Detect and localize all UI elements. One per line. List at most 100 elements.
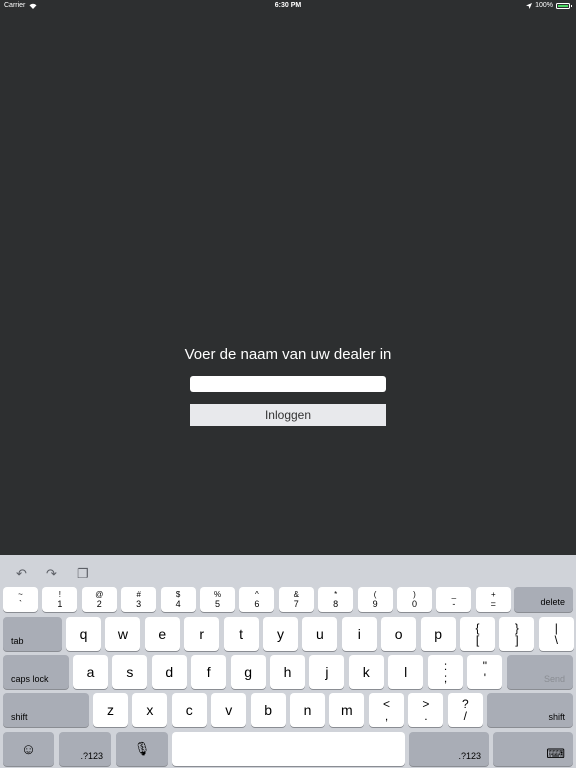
microphone-icon[interactable]: 🎙 <box>116 732 168 766</box>
key-letter: x <box>146 702 154 718</box>
key-letter: g <box>244 664 252 680</box>
key-symbol: % <box>213 590 222 599</box>
key-letter: i <box>357 626 361 642</box>
key-letter: d <box>165 664 174 680</box>
key-symbol: ) <box>413 590 416 599</box>
letter-key-l[interactable]: l <box>388 655 424 689</box>
symbol-key[interactable]: <, <box>369 693 404 727</box>
symbol-key[interactable]: " ' <box>467 655 503 689</box>
symbol-key[interactable]: {[ <box>460 617 495 651</box>
location-arrow-icon <box>526 2 533 9</box>
key-digit: 7 <box>293 599 299 609</box>
hide-keyboard-icon[interactable]: ⌨ <box>493 732 573 766</box>
redo-icon[interactable]: ↷ <box>46 566 57 582</box>
symbol-key[interactable]: | \ <box>538 617 574 651</box>
emoji-key[interactable]: ☺ <box>3 732 54 766</box>
key-symbol: ( <box>373 590 377 599</box>
letter-key-w[interactable]: w <box>105 617 141 651</box>
number-key[interactable]: ! 1 <box>42 587 78 612</box>
key-letter: p <box>434 626 442 642</box>
letter-key-x[interactable]: x <box>132 693 168 727</box>
tab-key[interactable]: tab <box>3 617 62 651</box>
key-letter: h <box>283 664 292 680</box>
key-symbol: # <box>136 590 141 599</box>
letter-key-j[interactable]: j <box>309 655 345 689</box>
letter-key-z[interactable]: z <box>93 693 128 727</box>
letter-key-s[interactable]: s <box>112 655 148 689</box>
letter-key-q[interactable]: q <box>66 617 101 651</box>
number-key[interactable]: @2 <box>81 587 117 612</box>
key-symbol: * <box>334 590 338 599</box>
number-key[interactable]: #3 <box>121 587 157 612</box>
key-bottom: . <box>424 709 428 723</box>
numbers-key-left[interactable]: .?123 <box>59 732 111 766</box>
numbers-key-right[interactable]: .?123 <box>409 732 489 766</box>
letter-key-k[interactable]: k <box>348 655 384 689</box>
letter-key-t[interactable]: t <box>223 617 259 651</box>
dealer-name-input[interactable] <box>190 376 386 392</box>
letter-key-r[interactable]: r <box>184 617 220 651</box>
key-letter: r <box>199 626 205 642</box>
letter-key-i[interactable]: i <box>341 617 377 651</box>
key-digit: 9 <box>372 599 378 609</box>
send-key[interactable]: Send <box>507 655 573 689</box>
letter-key-g[interactable]: g <box>230 655 266 689</box>
key-digit: 1 <box>57 599 63 609</box>
number-key[interactable]: ^ 6 <box>239 587 275 612</box>
number-key[interactable]: % 5 <box>200 587 235 612</box>
letter-key-e[interactable]: e <box>144 617 180 651</box>
status-bar: Carrier 6:30 PM 100% <box>0 0 576 12</box>
letter-key-p[interactable]: p <box>420 617 456 651</box>
number-key[interactable]: & 7 <box>278 587 314 612</box>
number-key[interactable]: $4 <box>160 587 196 612</box>
letter-key-f[interactable]: f <box>191 655 227 689</box>
symbol-key[interactable]: :; <box>428 655 463 689</box>
key-letter: y <box>277 626 284 642</box>
key-letter: l <box>404 664 408 680</box>
letter-key-a[interactable]: a <box>73 655 108 689</box>
key-symbol: + <box>490 590 496 599</box>
letter-key-m[interactable]: m <box>329 693 365 727</box>
number-key[interactable]: (9 <box>357 587 393 612</box>
key-letter: t <box>239 626 244 642</box>
undo-icon[interactable]: ↶ <box>16 566 27 582</box>
symbol-key[interactable]: >. <box>408 693 444 727</box>
letter-key-n[interactable]: n <box>290 693 325 727</box>
space-key[interactable] <box>172 732 405 766</box>
symbol-key[interactable]: ? / <box>447 693 483 727</box>
shift-key-right[interactable]: shift <box>487 693 573 727</box>
delete-key[interactable]: delete <box>514 587 573 612</box>
key-bottom: \ <box>554 633 558 647</box>
key-letter: q <box>79 626 88 642</box>
number-key[interactable]: ) 0 <box>397 587 432 612</box>
key-symbol: @ <box>95 590 104 599</box>
letter-key-d[interactable]: d <box>151 655 187 689</box>
key-digit: 2 <box>96 599 102 609</box>
key-digit: = <box>490 599 496 609</box>
letter-key-b[interactable]: b <box>250 693 286 727</box>
letter-key-u[interactable]: u <box>302 617 338 651</box>
number-key[interactable]: _ - <box>436 587 472 612</box>
key-letter: b <box>264 702 272 718</box>
key-letter: m <box>341 702 353 718</box>
login-button[interactable]: Inloggen <box>190 404 386 426</box>
number-key[interactable]: + = <box>475 587 511 612</box>
key-bottom: [ <box>475 633 480 647</box>
paste-icon[interactable]: ❐ <box>77 566 89 582</box>
letter-key-c[interactable]: c <box>171 693 207 727</box>
key-letter: z <box>107 702 114 718</box>
symbol-key[interactable]: }] <box>499 617 535 651</box>
key-bottom: / <box>463 709 467 723</box>
letter-key-o[interactable]: o <box>381 617 417 651</box>
caps-lock-key[interactable]: caps lock <box>3 655 69 689</box>
letter-key-y[interactable]: y <box>263 617 298 651</box>
key-symbol: ~ <box>18 590 23 599</box>
key-letter: k <box>362 664 370 680</box>
letter-key-v[interactable]: v <box>211 693 247 727</box>
key-letter: o <box>394 626 403 642</box>
letter-key-h[interactable]: h <box>270 655 305 689</box>
shift-key-left[interactable]: shift <box>3 693 89 727</box>
key-letter: c <box>185 702 193 718</box>
number-key[interactable]: * 8 <box>318 587 354 612</box>
number-key[interactable]: ~ ` <box>3 587 38 612</box>
